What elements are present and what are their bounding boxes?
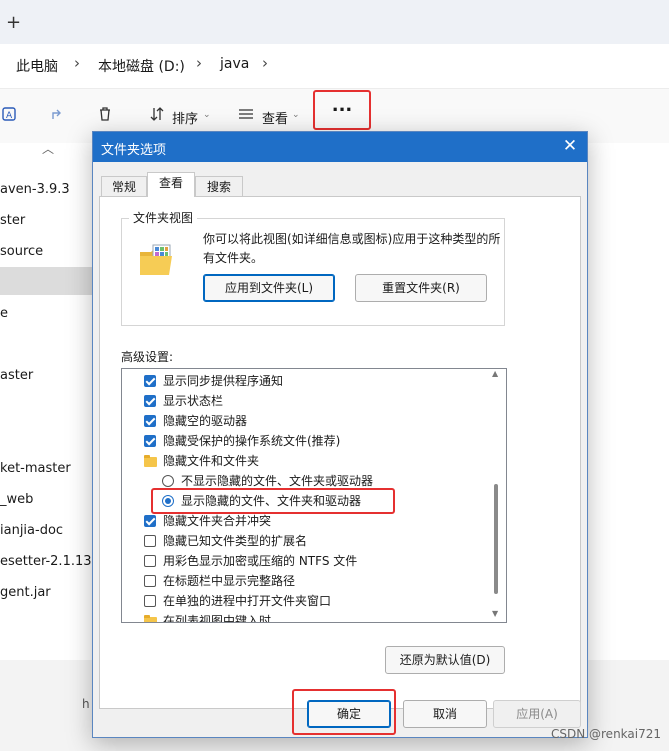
apply-button[interactable]: 应用(A) [493,700,581,728]
watermark: CSDN @renkai721 [550,727,661,741]
setting-hide-empty-drives[interactable]: 隐藏空的驱动器 [144,411,247,431]
setting-separate-process[interactable]: 在单独的进程中打开文件夹窗口 [144,591,331,611]
scroll-thumb[interactable] [494,484,498,594]
list-item[interactable]: source [0,244,43,259]
setting-label: 在单独的进程中打开文件夹窗口 [163,594,332,608]
sort-icon[interactable] [149,106,165,126]
view-icon[interactable] [238,106,254,126]
chevron-down-icon[interactable]: ⌄ [203,110,211,120]
svg-text:A: A [6,111,13,121]
checkbox-checked[interactable] [144,435,156,447]
checkbox-unchecked[interactable] [144,595,156,607]
chevron-right-icon[interactable]: › [262,54,268,72]
setting-full-path-title[interactable]: 在标题栏中显示完整路径 [144,571,295,591]
setting-hide-extensions[interactable]: 隐藏已知文件类型的扩展名 [144,531,307,551]
chevron-down-icon[interactable]: ⌄ [292,110,300,120]
selected-row[interactable] [0,267,92,295]
setting-label: 隐藏已知文件类型的扩展名 [163,534,308,548]
highlight-box-show-hidden [151,488,395,514]
radio-unselected[interactable] [162,475,174,487]
tab-strip [0,0,669,44]
setting-label: 隐藏受保护的操作系统文件(推荐) [163,434,341,448]
list-item[interactable]: ianjia-doc [0,523,63,538]
new-tab-button[interactable]: + [6,12,21,33]
highlight-box-more [313,90,371,130]
setting-label: 在标题栏中显示完整路径 [163,574,296,588]
checkbox-checked[interactable] [144,395,156,407]
tab-general[interactable]: 常规 [101,176,147,196]
tab-view[interactable]: 查看 [147,172,195,197]
list-item[interactable]: ster [0,213,25,228]
dialog-title: 文件夹选项 [101,143,167,158]
setting-group-typing-list: 在列表视图中键入时 [144,611,272,623]
setting-hide-merge-conflicts[interactable]: 隐藏文件夹合并冲突 [144,511,271,531]
folder-views-description: 你可以将此视图(如详细信息或图标)应用于这种类型的所有文件夹。 [203,232,501,265]
setting-show-status-bar[interactable]: 显示状态栏 [144,391,223,411]
rename-icon[interactable]: A [2,106,18,126]
setting-label: 隐藏空的驱动器 [163,414,248,428]
list-item[interactable]: e [0,306,8,321]
setting-label: 隐藏文件和文件夹 [163,454,260,468]
bottom-text-fragment: h [82,697,90,711]
checkbox-checked[interactable] [144,375,156,387]
reset-folders-button[interactable]: 重置文件夹(R) [355,274,487,302]
setting-label: 显示同步提供程序通知 [163,374,284,388]
chevron-right-icon[interactable]: › [74,54,80,72]
setting-label: 用彩色显示加密或压缩的 NTFS 文件 [163,554,358,568]
folder-icon [144,615,157,622]
folder-views-legend: 文件夹视图 [129,209,198,226]
breadcrumb-this-pc[interactable]: 此电脑 [16,56,58,76]
setting-show-sync-notifications[interactable]: 显示同步提供程序通知 [144,371,283,391]
setting-label: 显示状态栏 [163,394,224,408]
sort-button[interactable]: 排序 [172,108,198,127]
scroll-down-arrow[interactable]: ▼ [492,609,498,618]
breadcrumb-java[interactable]: java [220,56,249,72]
tab-search[interactable]: 搜索 [195,176,243,196]
share-icon[interactable] [50,106,66,126]
highlight-box-ok [292,689,396,735]
list-item[interactable]: _web [0,492,33,507]
delete-icon[interactable] [97,106,113,126]
apply-to-folders-button[interactable]: 应用到文件夹(L) [203,274,335,302]
checkbox-unchecked[interactable] [144,555,156,567]
dialog-titlebar[interactable]: 文件夹选项 ✕ [93,132,587,162]
setting-label: 隐藏文件夹合并冲突 [163,514,272,528]
setting-hide-protected-os-files[interactable]: 隐藏受保护的操作系统文件(推荐) [144,431,340,451]
folder-views-icon [139,244,173,280]
breadcrumb-drive-d[interactable]: 本地磁盘 (D:) [98,56,185,76]
checkbox-unchecked[interactable] [144,575,156,587]
folder-icon [144,455,157,467]
checkbox-checked[interactable] [144,415,156,427]
list-item[interactable]: ket-master [0,461,71,476]
list-item[interactable]: gent.jar [0,585,51,600]
advanced-settings-label: 高级设置: [121,350,174,364]
list-item[interactable]: aster [0,368,33,383]
chevron-up-icon[interactable]: ︿ [42,140,54,157]
list-item[interactable]: aven-3.9.3 [0,182,70,197]
close-icon[interactable]: ✕ [561,136,579,156]
setting-group-hidden-files: 隐藏文件和文件夹 [144,451,259,471]
scroll-up-arrow[interactable]: ▲ [492,369,498,378]
restore-defaults-button[interactable]: 还原为默认值(D) [385,646,505,674]
view-button[interactable]: 查看 [262,108,288,127]
folder-options-dialog: 文件夹选项 ✕ 常规 查看 搜索 文件夹视图 你可以将此视图(如详细信息或图标)… [92,131,588,738]
setting-label: 在列表视图中键入时 [163,614,272,623]
cancel-button[interactable]: 取消 [403,700,487,728]
setting-color-ntfs[interactable]: 用彩色显示加密或压缩的 NTFS 文件 [144,551,357,571]
checkbox-checked[interactable] [144,515,156,527]
setting-label: 不显示隐藏的文件、文件夹或驱动器 [181,474,374,488]
checkbox-unchecked[interactable] [144,535,156,547]
chevron-right-icon[interactable]: › [196,54,202,72]
